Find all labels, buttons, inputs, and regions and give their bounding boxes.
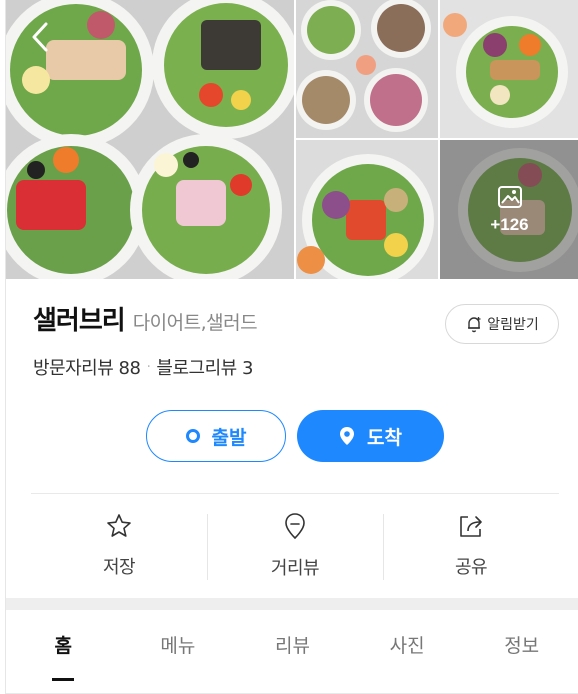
arrive-label: 도착 xyxy=(367,426,402,449)
street-view-label: 거리뷰 xyxy=(270,558,320,579)
tab-review[interactable]: 리뷰 xyxy=(235,610,350,693)
save-button[interactable]: 저장 xyxy=(31,494,207,598)
blog-review-count: 3 xyxy=(241,358,253,379)
tab-photos[interactable]: 사진 xyxy=(350,610,465,693)
review-summary: 방문자리뷰 88 · 블로그리뷰 3 xyxy=(33,354,253,380)
photo-thumb-more[interactable]: +126 xyxy=(440,140,578,279)
share-icon xyxy=(460,516,482,537)
map-pin-icon xyxy=(340,427,355,445)
place-title-row: 샐러브리 다이어트,샐러드 xyxy=(33,300,258,337)
star-icon xyxy=(107,514,131,537)
tab-menu[interactable]: 메뉴 xyxy=(121,610,236,693)
map-pin-outline-icon xyxy=(285,513,305,540)
more-photos-count: +126 xyxy=(490,214,529,234)
visitor-review-count: 88 xyxy=(118,358,141,379)
tab-home[interactable]: 홈 xyxy=(6,610,121,693)
action-bar: 저장 거리뷰 공유 xyxy=(31,494,559,598)
place-detail-panel: +126 샐러브리 다이어트,샐러드 알림받기 방문자리뷰 88 · 블로그리뷰… xyxy=(5,0,578,694)
street-view-button[interactable]: 거리뷰 xyxy=(207,494,383,598)
share-button[interactable]: 공유 xyxy=(383,494,559,598)
chevron-left-icon xyxy=(32,22,48,52)
main-photo[interactable] xyxy=(6,0,294,279)
alert-button-label: 알림받기 xyxy=(487,317,539,333)
visitor-review-label: 방문자리뷰 xyxy=(33,358,114,379)
separator-dot: · xyxy=(146,359,151,375)
more-photos-overlay[interactable]: +126 xyxy=(440,140,578,279)
photo-gallery: +126 xyxy=(6,0,578,279)
blog-review-link[interactable]: 블로그리뷰 3 xyxy=(156,354,253,380)
tab-bar: 홈 메뉴 리뷰 사진 정보 xyxy=(6,610,578,694)
place-name: 샐러브리 xyxy=(33,306,126,336)
alert-button[interactable]: 알림받기 xyxy=(445,304,559,344)
photo-thumb-3[interactable] xyxy=(296,140,438,279)
photo-thumb-2[interactable] xyxy=(440,0,578,138)
image-icon xyxy=(497,185,522,208)
visitor-review-link[interactable]: 방문자리뷰 88 xyxy=(33,354,141,380)
tab-info[interactable]: 정보 xyxy=(464,610,578,693)
origin-dot-icon xyxy=(185,429,200,443)
depart-label: 출발 xyxy=(211,426,247,449)
depart-button[interactable]: 출발 xyxy=(146,410,286,462)
blog-review-label: 블로그리뷰 xyxy=(156,358,237,379)
back-button[interactable] xyxy=(26,20,56,54)
save-label: 저장 xyxy=(102,557,136,578)
photo-thumb-1[interactable] xyxy=(296,0,438,138)
arrive-button[interactable]: 도착 xyxy=(297,410,444,462)
section-gap xyxy=(6,598,578,610)
bell-plus-icon xyxy=(468,317,481,333)
place-category: 다이어트,샐러드 xyxy=(132,312,258,334)
share-label: 공유 xyxy=(454,557,488,578)
